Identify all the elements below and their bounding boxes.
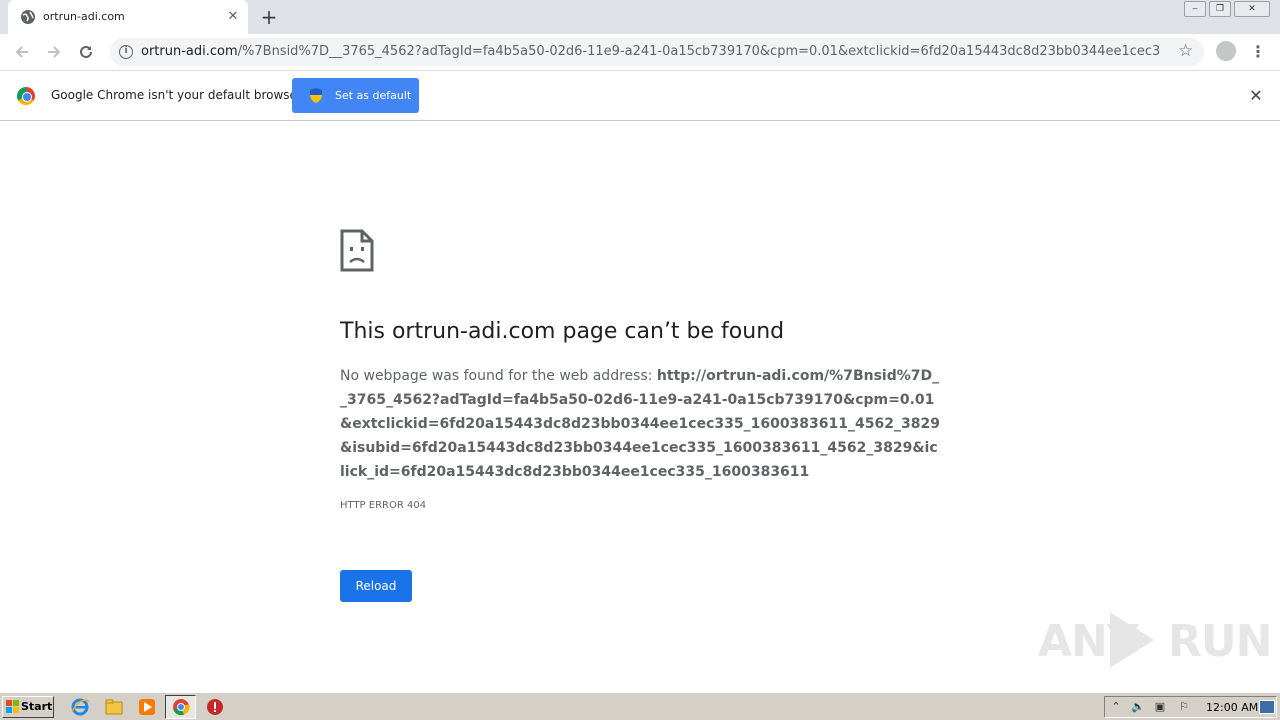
error-summary-prefix: No webpage was found for the web address… xyxy=(340,368,657,384)
info-icon[interactable]: i xyxy=(119,45,133,59)
windows-flag-icon xyxy=(6,700,19,713)
restore-icon[interactable]: ❐ xyxy=(1209,1,1231,17)
tab-title: ortrun-adi.com xyxy=(43,10,125,23)
error-code: HTTP ERROR 404 xyxy=(340,500,427,511)
browser-tab[interactable]: ortrun-adi.com ✕ xyxy=(8,0,248,34)
action-center-flag-icon[interactable]: ⚐ xyxy=(1177,700,1191,714)
globe-icon xyxy=(21,10,35,24)
play-icon xyxy=(1110,612,1154,668)
back-icon[interactable] xyxy=(10,40,34,64)
stop-sign-icon[interactable] xyxy=(205,697,225,717)
default-browser-infobar: Google Chrome isn't your default browser… xyxy=(0,70,1280,121)
error-summary: No webpage was found for the web address… xyxy=(340,364,940,484)
url-text[interactable]: ortrun-adi.com/%7Bnsid%7D__3765_4562?adT… xyxy=(141,44,1161,59)
system-tray: ⌃ 🔈 ▣ ⚐ 12:00 AM xyxy=(1104,696,1277,718)
infobar-message: Google Chrome isn't your default browser xyxy=(51,88,302,102)
infobar-close-icon[interactable]: ✕ xyxy=(1246,86,1266,106)
tab-close-icon[interactable]: ✕ xyxy=(224,8,242,26)
reload-icon[interactable] xyxy=(74,40,98,64)
browser-toolbar: i ortrun-adi.com/%7Bnsid%7D__3765_4562?a… xyxy=(0,34,1280,70)
start-button[interactable]: Start xyxy=(2,696,54,718)
sad-document-icon xyxy=(340,229,374,272)
forward-icon[interactable] xyxy=(42,40,66,64)
profile-avatar-icon[interactable] xyxy=(1216,41,1236,61)
reload-button[interactable]: Reload xyxy=(340,570,412,602)
error-heading: This ortrun-adi.com page can’t be found xyxy=(340,319,785,344)
set-as-default-label: Set as default xyxy=(335,89,412,102)
set-as-default-button[interactable]: Set as default xyxy=(292,78,419,113)
chrome-taskbar-button[interactable] xyxy=(165,695,196,719)
clock[interactable]: 12:00 AM xyxy=(1206,701,1258,714)
star-icon[interactable]: ☆ xyxy=(1178,41,1193,61)
kebab-menu-icon[interactable]: ⋮ xyxy=(1250,40,1266,64)
network-icon[interactable]: ▣ xyxy=(1153,700,1167,714)
anyrun-watermark: ANY RUN xyxy=(1038,608,1272,670)
media-player-icon[interactable] xyxy=(137,697,157,717)
internet-explorer-icon[interactable] xyxy=(70,697,90,717)
taskbar: Start ⌃ 🔈 ▣ ⚐ 12:00 AM xyxy=(0,692,1280,720)
url-path: /%7Bnsid%7D__3765_4562?adTagId=fa4b5a50-… xyxy=(237,44,1161,59)
volume-icon[interactable]: 🔈 xyxy=(1131,700,1145,714)
new-tab-icon[interactable]: + xyxy=(258,6,280,28)
watermark-right-text: RUN xyxy=(1168,616,1272,667)
start-label: Start xyxy=(21,700,53,713)
url-host: ortrun-adi.com xyxy=(141,44,238,59)
minimize-icon[interactable]: ‒ xyxy=(1184,1,1206,17)
uac-shield-icon xyxy=(310,88,322,103)
chrome-logo-icon xyxy=(17,87,35,105)
error-url: http://ortrun-adi.com/%7Bnsid%7D__3765_4… xyxy=(340,368,940,480)
file-explorer-icon[interactable] xyxy=(104,697,124,717)
window-close-icon[interactable]: ✕ xyxy=(1234,1,1270,17)
chrome-icon xyxy=(173,699,190,716)
show-desktop-icon[interactable] xyxy=(1259,700,1275,714)
tab-strip: ortrun-adi.com ✕ + ‒ ❐ ✕ xyxy=(0,0,1280,34)
address-bar[interactable]: i ortrun-adi.com/%7Bnsid%7D__3765_4562?a… xyxy=(110,38,1204,66)
tray-expand-icon[interactable]: ⌃ xyxy=(1109,700,1123,714)
